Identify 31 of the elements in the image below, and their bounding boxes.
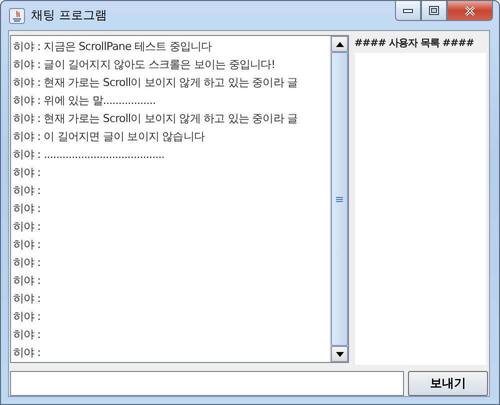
send-button[interactable]: 보내기 — [408, 371, 488, 396]
chat-message: 히야 : 현재 가로는 Scroll이 보이지 않게 하고 있는 중이라 글 — [13, 75, 299, 91]
window-title: 채팅 프로그램 — [31, 7, 107, 24]
chat-message: 히야 : — [13, 165, 42, 181]
maximize-icon — [429, 6, 439, 15]
chat-message: 히야 : 위에 있는 말................. — [13, 93, 157, 109]
close-button[interactable] — [447, 1, 493, 21]
chat-message: 히야 : — [13, 309, 42, 325]
chat-message: 히야 : — [13, 183, 42, 199]
chat-message: 히야 : — [13, 219, 42, 235]
close-icon — [464, 6, 476, 16]
chat-message: 히야 : 지금은 ScrollPane 테스트 중입니다 — [13, 39, 213, 55]
chat-message: 히야 : — [13, 255, 42, 271]
chat-message: 히야 : 현재 가로는 Scroll이 보이지 않게 하고 있는 중이라 글 — [13, 111, 299, 127]
chat-message: 히야 : — [13, 237, 42, 253]
minimize-button[interactable] — [395, 1, 421, 21]
chat-message: 히야 : 글이 길어지지 않아도 스크롤은 보이는 중입니다! — [13, 57, 276, 73]
user-list-header: #### 사용자 목록 #### — [353, 37, 474, 51]
chat-message: 히야 : ....................................... — [13, 147, 166, 163]
chat-message: 히야 : — [13, 327, 42, 343]
app-icon — [9, 8, 25, 24]
chat-message: 히야 : 이 길어지면 글이 보이지 않습니다 — [13, 129, 206, 145]
chat-message: 히야 : — [13, 345, 42, 361]
scroll-down-icon[interactable] — [331, 346, 348, 362]
scroll-up-icon[interactable] — [331, 36, 348, 52]
chat-message: 히야 : — [13, 291, 42, 307]
chat-message: 히야 : — [13, 201, 42, 217]
chat-message: 히야 : — [13, 273, 42, 289]
message-input[interactable] — [10, 371, 404, 396]
minimize-icon — [403, 8, 413, 12]
maximize-button[interactable] — [421, 1, 447, 21]
